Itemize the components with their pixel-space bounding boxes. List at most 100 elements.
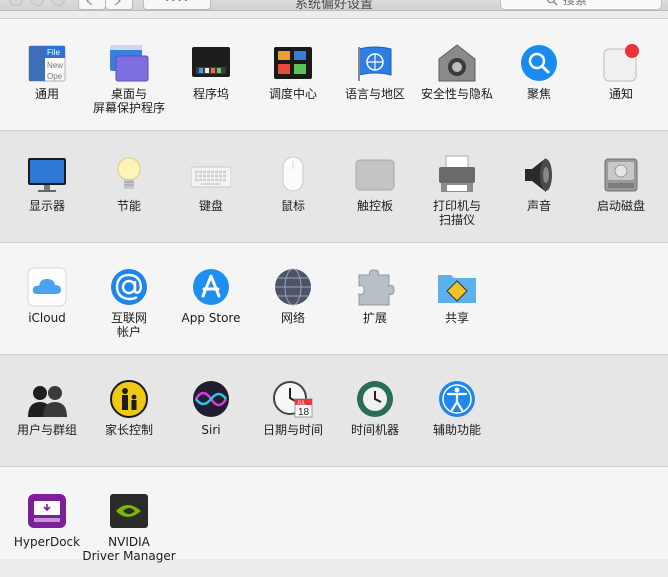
pane-label: 启动磁盘	[596, 199, 645, 213]
pane-mouse[interactable]: 鼠标	[252, 131, 334, 241]
svg-text:New: New	[47, 61, 63, 70]
displays-icon	[27, 155, 67, 195]
pane-date-time[interactable]: JUL 18 日期与时间	[252, 355, 334, 465]
pane-desktop-screensaver[interactable]: 桌面与 屏幕保护程序	[88, 19, 170, 129]
svg-text:File: File	[47, 48, 60, 57]
pane-label: 安全性与隐私	[420, 87, 493, 101]
pane-label-line2: 屏幕保护程序	[92, 101, 165, 115]
pane-sharing[interactable]: 共享	[416, 243, 498, 353]
pane-label: 辅助功能	[432, 423, 481, 437]
pane-label-line2: 帐户	[116, 325, 141, 339]
search-input[interactable]	[561, 0, 655, 8]
pane-nvidia-driver-manager[interactable]: NVIDIA Driver Manager	[82, 467, 176, 577]
pane-extensions[interactable]: 扩展	[334, 243, 416, 353]
pane-label: 家长控制	[104, 423, 153, 437]
pane-security-privacy[interactable]: 安全性与隐私	[416, 19, 498, 129]
pane-printers-scanners[interactable]: 打印机与 扫描仪	[416, 131, 498, 241]
nvidia-icon	[109, 491, 149, 531]
pane-label: 互联网	[110, 311, 147, 325]
network-icon	[273, 267, 313, 307]
pane-energy-saver[interactable]: 节能	[88, 131, 170, 241]
desktop-screensaver-icon	[109, 43, 149, 83]
pane-hyperdock[interactable]: HyperDock	[6, 467, 88, 577]
language-region-icon	[355, 43, 395, 83]
pane-label: iCloud	[28, 311, 66, 325]
pane-mission-control[interactable]: 调度中心	[252, 19, 334, 129]
pane-label: 键盘	[198, 199, 223, 213]
pane-app-store[interactable]: App Store	[170, 243, 252, 353]
siri-icon	[191, 379, 231, 419]
pane-dock[interactable]: 程序坞	[170, 19, 252, 129]
trackpad-icon	[355, 155, 395, 195]
pane-users-groups[interactable]: 用户与群组	[6, 355, 88, 465]
startup-disk-icon	[601, 155, 641, 195]
window-toolbar: •••• 系统偏好设置	[0, 0, 668, 11]
pane-label: Siri	[201, 423, 221, 437]
pane-label: HyperDock	[13, 535, 81, 549]
keyboard-icon	[191, 155, 231, 195]
sharing-icon	[437, 267, 477, 307]
pane-label: 节能	[116, 199, 141, 213]
general-icon: File New Ope	[27, 43, 67, 83]
system-section: 用户与群组 家长控制 Siri JUL 18 日期与时间 时间机器 辅助功能	[0, 354, 668, 467]
notifications-icon	[601, 43, 641, 83]
pane-label: 显示器	[28, 199, 65, 213]
printer-icon	[437, 155, 477, 195]
icloud-icon	[27, 267, 67, 307]
pane-label: 打印机与	[432, 199, 481, 213]
spotlight-icon	[519, 43, 559, 83]
pane-internet-accounts[interactable]: 互联网 帐户	[88, 243, 170, 353]
pane-label: 调度中心	[268, 87, 317, 101]
pane-network[interactable]: 网络	[252, 243, 334, 353]
pane-label: 网络	[280, 311, 305, 325]
pane-spotlight[interactable]: 聚焦	[498, 19, 580, 129]
users-groups-icon	[27, 379, 67, 419]
parental-controls-icon	[109, 379, 149, 419]
pane-parental-controls[interactable]: 家长控制	[88, 355, 170, 465]
time-machine-icon	[355, 379, 395, 419]
pane-label: 语言与地区	[344, 87, 405, 101]
pane-startup-disk[interactable]: 启动磁盘	[580, 131, 662, 241]
sound-icon	[519, 155, 559, 195]
other-section: HyperDock NVIDIA Driver Manager	[0, 466, 668, 563]
pane-notifications[interactable]: 通知	[580, 19, 662, 129]
pane-label-line2: 扫描仪	[438, 213, 475, 227]
security-privacy-icon	[437, 43, 477, 83]
app-store-icon	[191, 267, 231, 307]
svg-text:JUL: JUL	[297, 401, 306, 407]
pane-label: 鼠标	[280, 199, 305, 213]
svg-text:Ope: Ope	[47, 72, 63, 81]
hyperdock-icon	[27, 491, 67, 531]
pane-language-region[interactable]: 语言与地区	[334, 19, 416, 129]
energy-saver-icon	[109, 155, 149, 195]
pane-sound[interactable]: 声音	[498, 131, 580, 241]
search-field[interactable]	[500, 0, 662, 10]
pane-accessibility[interactable]: 辅助功能	[416, 355, 498, 465]
pane-label-line2: Driver Manager	[82, 549, 176, 563]
pane-icloud[interactable]: iCloud	[6, 243, 88, 353]
pane-general[interactable]: File New Ope 通用	[6, 19, 88, 129]
accessibility-icon	[437, 379, 477, 419]
pane-time-machine[interactable]: 时间机器	[334, 355, 416, 465]
pane-label: App Store	[181, 311, 241, 325]
personal-section: File New Ope 通用 桌面与 屏幕保护程序 程序坞 调度中心 语言与地…	[0, 18, 668, 131]
internet-section: iCloud 互联网 帐户 App Store 网络 扩展 共享	[0, 242, 668, 355]
pane-label: 通用	[34, 87, 59, 101]
dock-icon	[191, 43, 231, 83]
date-time-icon: JUL 18	[273, 379, 313, 419]
pane-siri[interactable]: Siri	[170, 355, 252, 465]
pane-label: 时间机器	[350, 423, 399, 437]
pane-displays[interactable]: 显示器	[6, 131, 88, 241]
hardware-section: 显示器 节能 键盘 鼠标 触控板 打印机与 扫描仪 声音 启动磁盘	[0, 130, 668, 243]
search-icon	[546, 0, 558, 6]
pane-keyboard[interactable]: 键盘	[170, 131, 252, 241]
pane-trackpad[interactable]: 触控板	[334, 131, 416, 241]
pane-label: 共享	[444, 311, 469, 325]
pane-label: 扩展	[362, 311, 387, 325]
pane-label: 声音	[526, 199, 551, 213]
pane-label: NVIDIA	[108, 535, 150, 549]
pane-label: 触控板	[356, 199, 393, 213]
mission-control-icon	[273, 43, 313, 83]
pane-label: 通知	[608, 87, 633, 101]
pane-label: 用户与群组	[16, 423, 77, 437]
